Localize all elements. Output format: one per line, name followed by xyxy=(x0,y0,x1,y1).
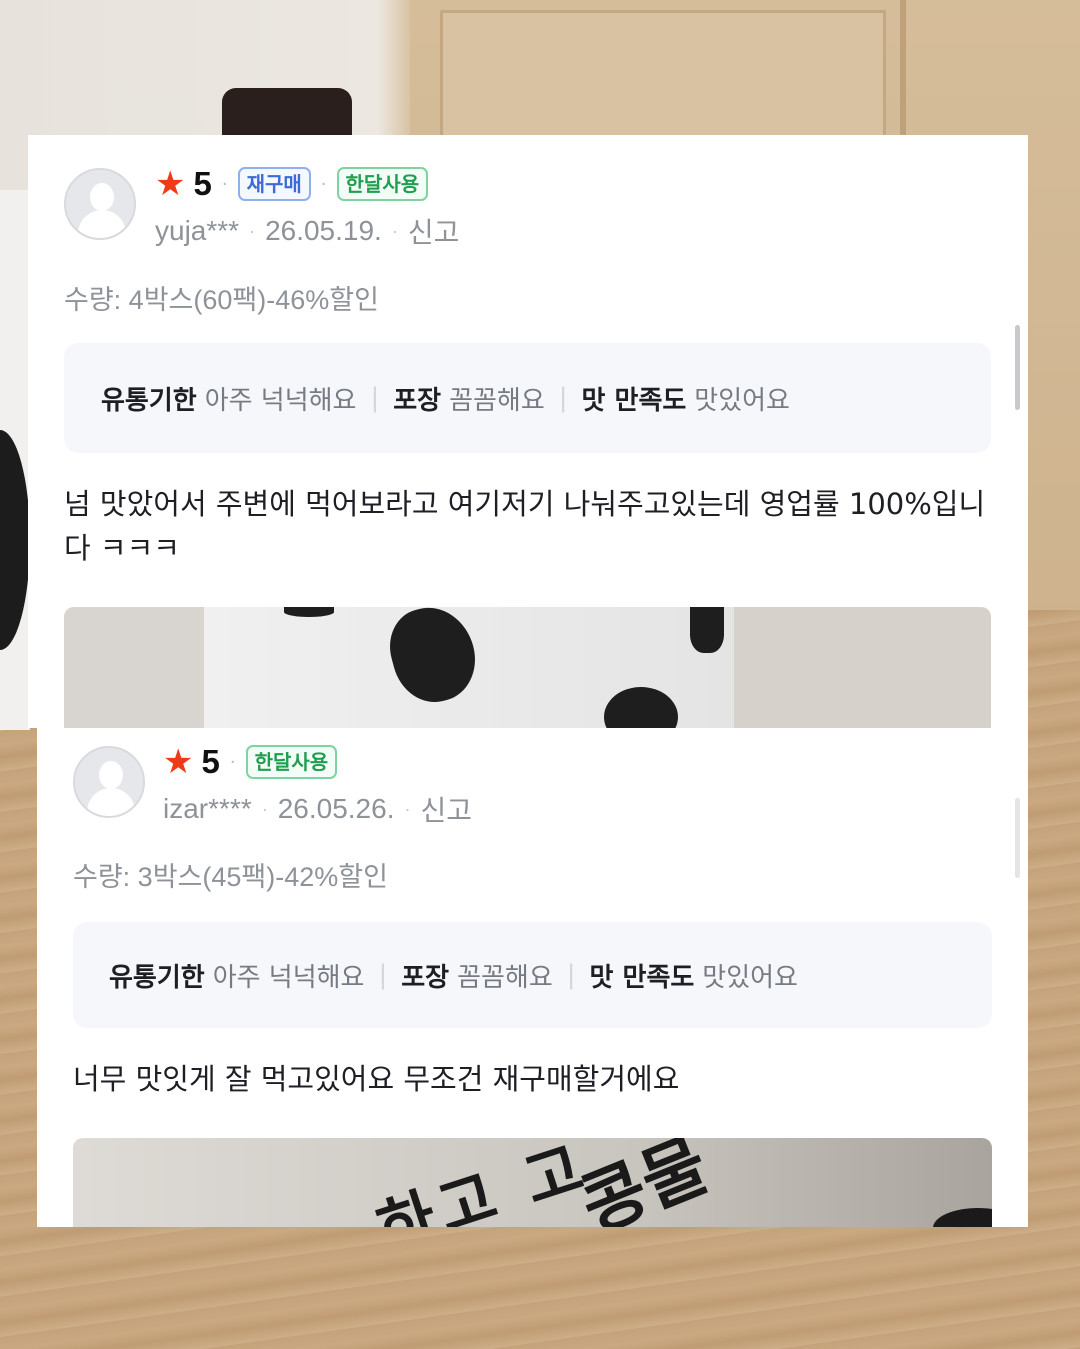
summary-key: 유통기한 xyxy=(101,385,197,416)
rating-score: 5 xyxy=(193,165,212,202)
repurchase-badge: 재구매 xyxy=(237,167,311,201)
one-month-use-badge: 한달사용 xyxy=(336,167,429,201)
review-meta: izar**** · 26.05.26. · 신고 xyxy=(163,789,472,829)
username: yuja*** xyxy=(155,215,240,246)
review-text: 넘 맛았어서 주변에 먹어보라고 여기저기 나눠주고있는데 영업률 100%입니… xyxy=(64,487,986,565)
review-text: 너무 맛잇게 잘 먹고있어요 무조건 재구매할거에요 xyxy=(73,1062,680,1096)
summary-key: 포장 xyxy=(393,385,442,416)
review-photo[interactable]: 하고 고 콩물 xyxy=(73,1138,992,1227)
review-photo[interactable] xyxy=(64,607,991,728)
rating-row: ★ 5 · 한달사용 xyxy=(163,742,338,782)
summary-value: 아주 넉넉해요 xyxy=(204,385,357,416)
one-month-use-badge: 한달사용 xyxy=(245,745,338,779)
photo-text: 콩물 xyxy=(569,1138,720,1227)
report-link[interactable]: 신고 xyxy=(420,789,472,829)
rating-row: ★ 5 · 재구매 · 한달사용 xyxy=(155,164,429,204)
summary-key: 유통기한 xyxy=(109,962,205,993)
review-meta: yuja*** · 26.05.19. · 신고 xyxy=(155,211,459,251)
summary-value: 맛있어요 xyxy=(702,962,798,993)
rating-score: 5 xyxy=(201,743,220,780)
username: izar**** xyxy=(163,793,252,824)
scrollbar[interactable] xyxy=(1015,798,1020,878)
review-summary: 유통기한 아주 넉넉해요 | 포장 꼼꼼해요 | 맛 만족도 맛있어요 xyxy=(73,922,992,1028)
purchase-option: 수량: 3박스(45팩)-42%할인 xyxy=(73,862,388,892)
purchase-option: 수량: 4박스(60팩)-46%할인 xyxy=(64,285,379,315)
summary-key: 맛 만족도 xyxy=(589,962,695,993)
summary-key: 맛 만족도 xyxy=(581,385,687,416)
review-card: ★ 5 · 재구매 · 한달사용 yuja*** · 26.05.19. · 신… xyxy=(28,135,1028,728)
summary-key: 포장 xyxy=(401,962,450,993)
report-link[interactable]: 신고 xyxy=(408,211,460,251)
default-avatar-icon[interactable] xyxy=(73,746,145,818)
default-avatar-icon[interactable] xyxy=(64,168,136,240)
photo-text: 하고 고 xyxy=(368,1138,598,1227)
star-icon: ★ xyxy=(163,742,194,782)
scrollbar[interactable] xyxy=(1015,325,1020,410)
summary-value: 꼼꼼해요 xyxy=(457,962,553,993)
review-summary: 유통기한 아주 넉넉해요 | 포장 꼼꼼해요 | 맛 만족도 맛있어요 xyxy=(64,343,991,453)
star-icon: ★ xyxy=(155,164,186,204)
review-date: 26.05.19. xyxy=(265,215,382,246)
summary-value: 아주 넉넉해요 xyxy=(212,962,365,993)
summary-value: 꼼꼼해요 xyxy=(449,385,545,416)
summary-value: 맛있어요 xyxy=(694,385,790,416)
review-date: 26.05.26. xyxy=(277,793,395,824)
review-card: ★ 5 · 한달사용 izar**** · 26.05.26. · 신고 수량:… xyxy=(37,728,1028,1227)
